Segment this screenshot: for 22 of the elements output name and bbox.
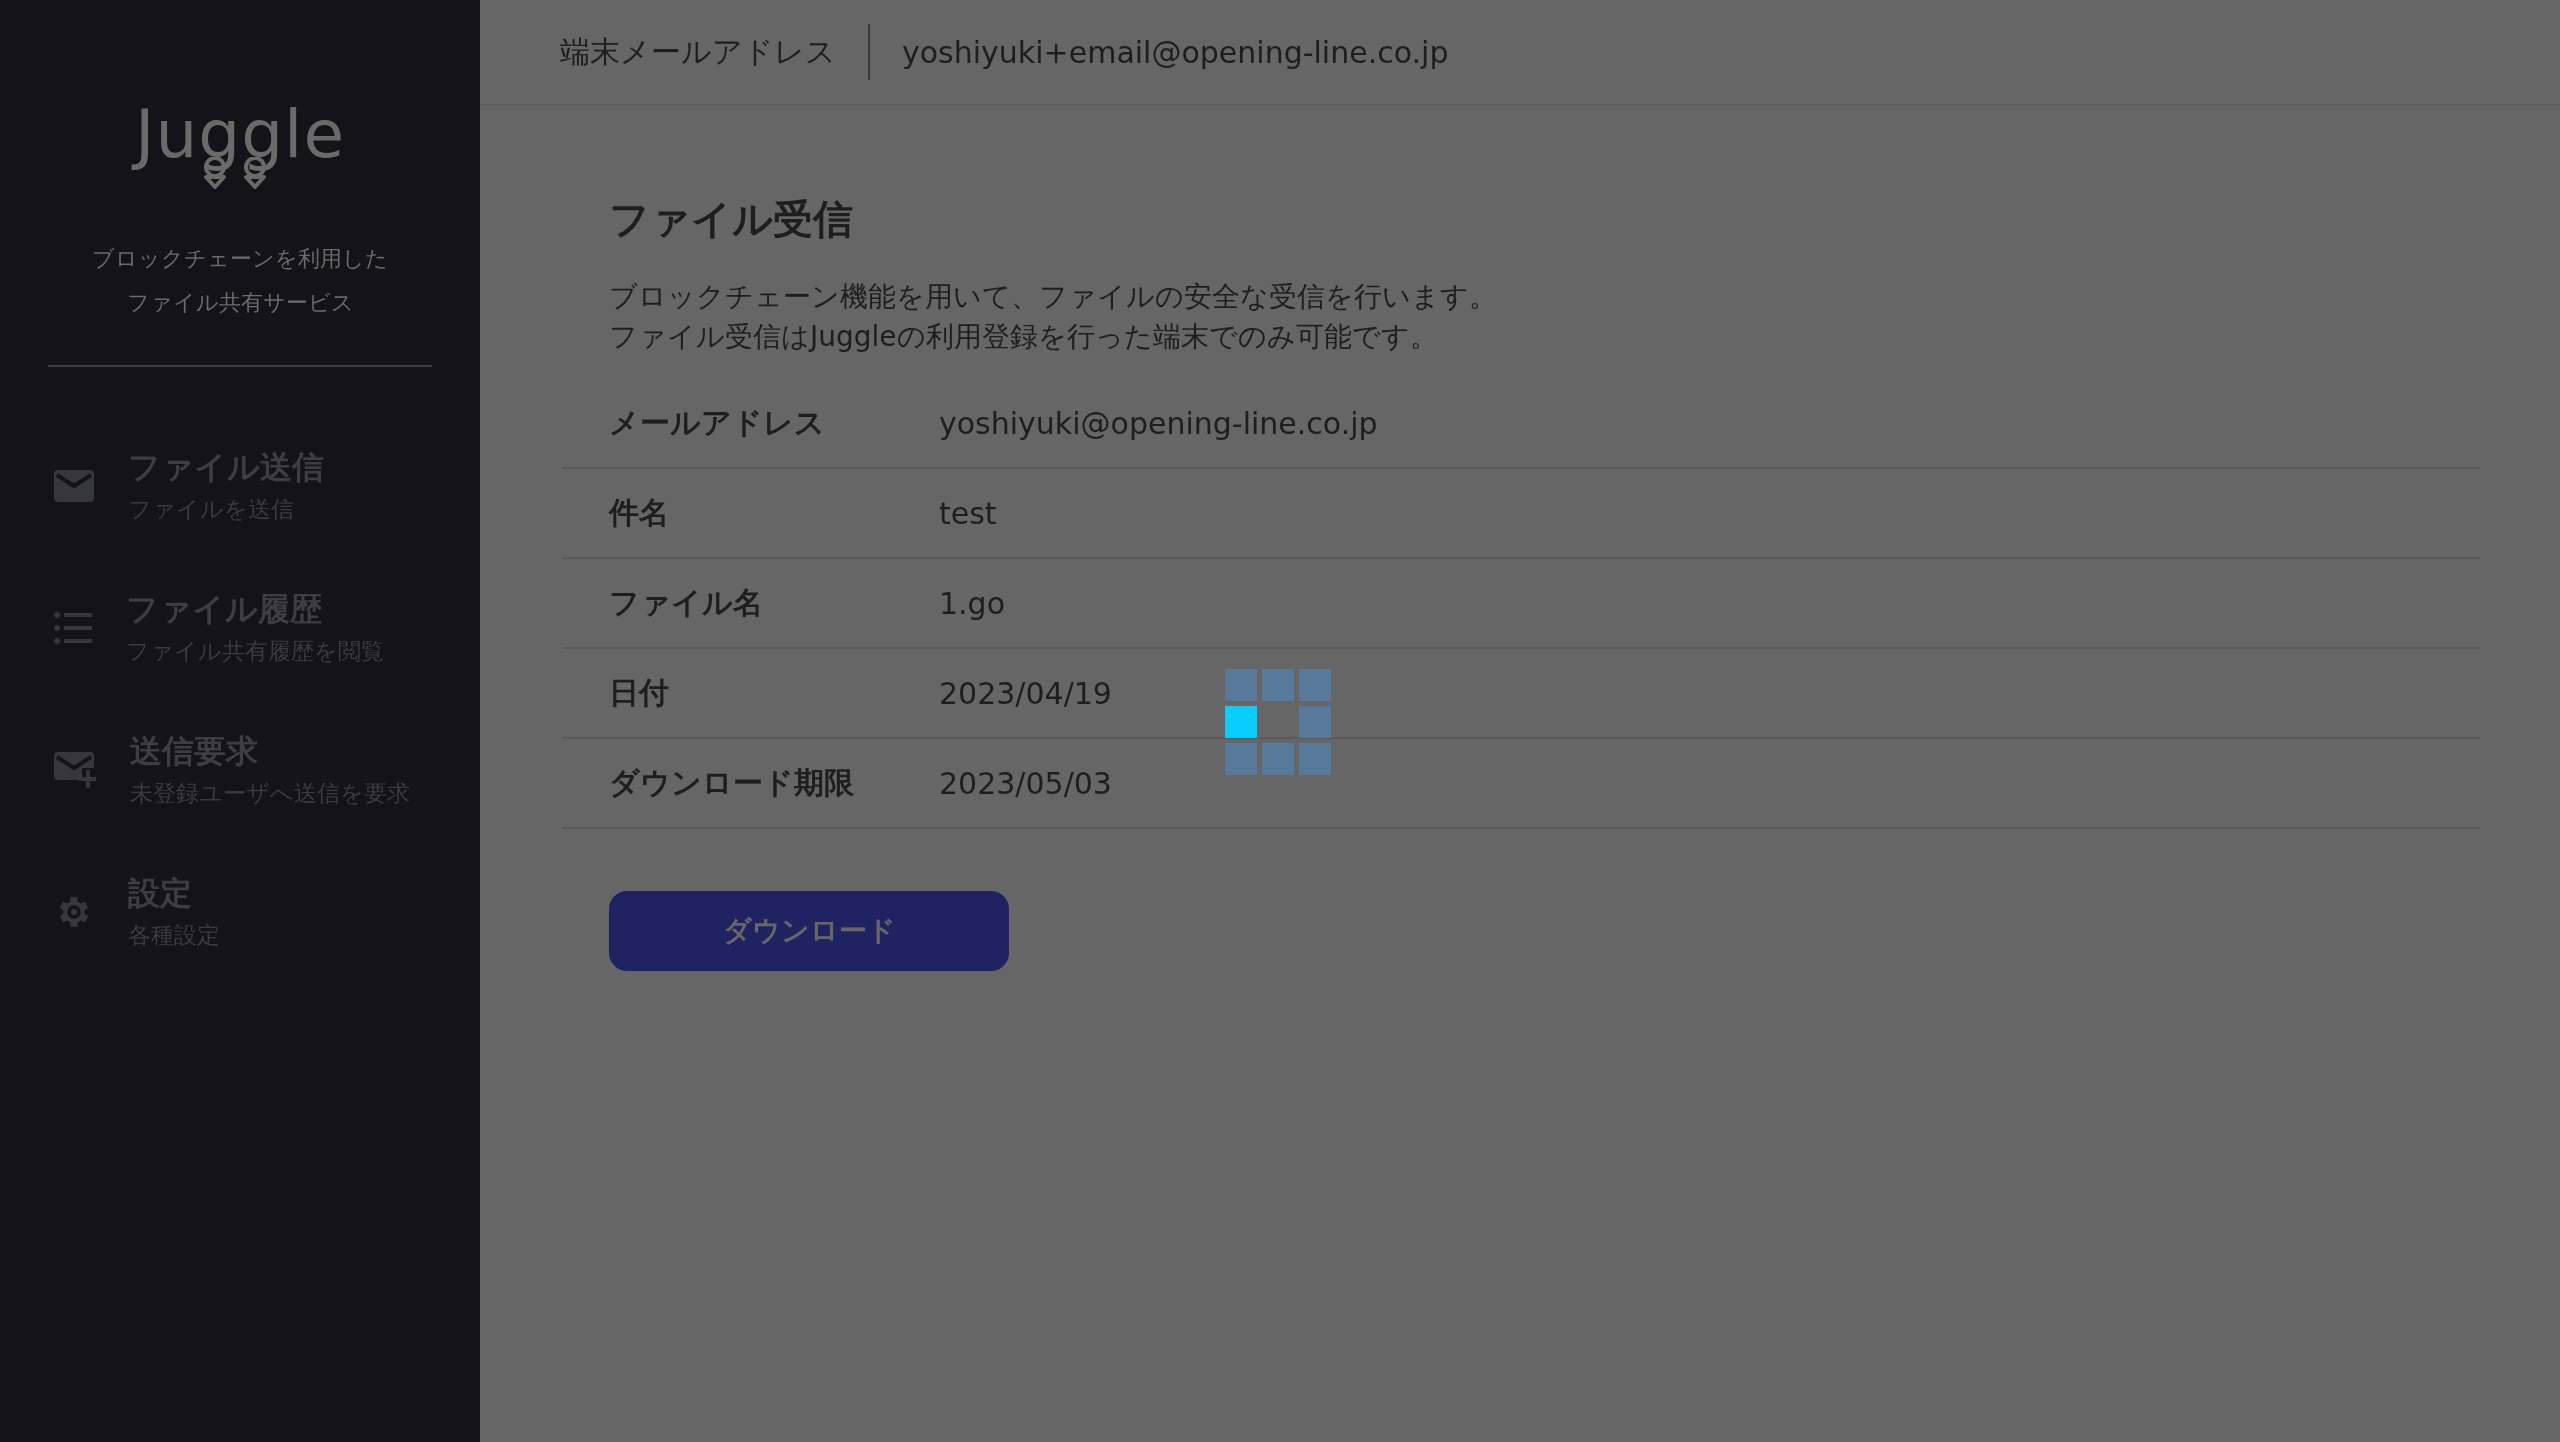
field-value: 2023/04/19 [939,675,1112,711]
description-text: ファイル受信はJuggleの利用登録を行った端末でのみ可能です。 [609,319,1439,355]
field-label: 日付 [609,673,670,712]
description-text: ブロックチェーン機能を用いて、ファイルの安全な受信を行います。 [609,279,1498,315]
field-value: yoshiyuki@opening-line.co.jp [939,405,1378,441]
download-button[interactable]: ダウンロード [609,891,1009,971]
field-value: 2023/05/03 [939,765,1112,801]
page-title: ファイル受信 [608,195,854,244]
loading-spinner-icon [1225,669,1331,775]
device-email-value: yoshiyuki+email@opening-line.co.jp [902,34,1449,70]
tagline-text: ファイル共有サービス [125,289,355,317]
tagline-text: ブロックチェーンを利用した [92,245,388,273]
device-email-label: 端末メールアドレス [560,32,836,71]
envelope-icon [54,470,94,502]
field-label: ダウンロード期限 [609,763,855,802]
field-value: 1.go [939,585,1006,621]
field-label: 件名 [609,493,670,532]
list-icon [54,612,92,644]
envelope-plus-icon [54,752,96,788]
field-label: メールアドレス [609,403,826,442]
field-label: ファイル名 [609,583,764,622]
field-value: test [939,495,997,531]
